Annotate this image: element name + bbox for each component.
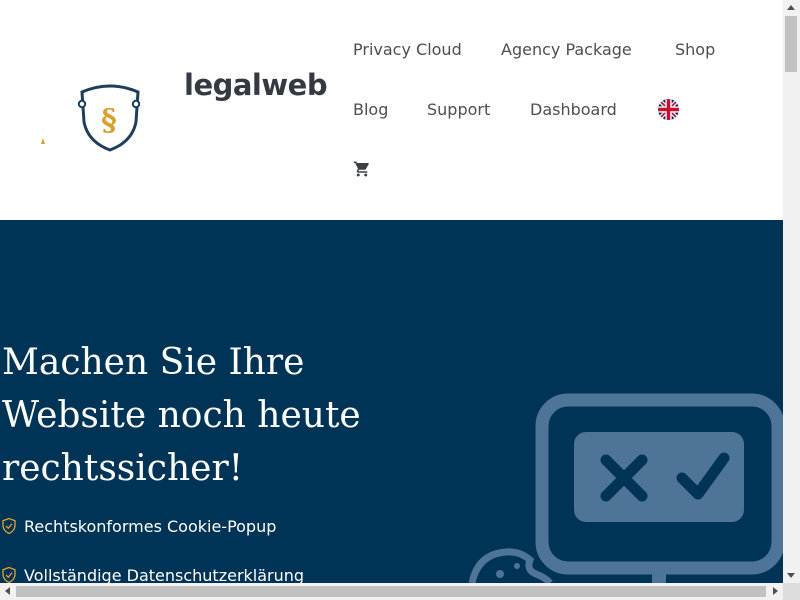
uk-flag-icon[interactable] bbox=[658, 99, 679, 120]
scrollbar-corner bbox=[783, 583, 800, 600]
hero-title: Machen Sie Ihre Website noch heute recht… bbox=[2, 342, 361, 489]
scroll-left-arrow-icon[interactable] bbox=[5, 587, 10, 595]
vertical-scroll-thumb[interactable] bbox=[785, 16, 797, 72]
feature-label: Rechtskonformes Cookie-Popup bbox=[24, 516, 277, 536]
consent-monitor-icon bbox=[468, 393, 783, 583]
site-header: § legalweb Privacy Cloud Agency Package … bbox=[0, 0, 783, 220]
nav-support[interactable]: Support bbox=[427, 100, 490, 119]
cookie-icon bbox=[468, 548, 553, 583]
shield-check-icon bbox=[2, 517, 16, 535]
scroll-up-arrow-icon[interactable] bbox=[787, 5, 795, 10]
scroll-right-arrow-icon[interactable] bbox=[773, 587, 778, 595]
nav-privacy-cloud[interactable]: Privacy Cloud bbox=[353, 40, 462, 59]
feature-item: Vollständige Datenschutzerklärung bbox=[0, 564, 304, 583]
shield-check-icon bbox=[2, 566, 16, 583]
nav-shop[interactable]: Shop bbox=[675, 40, 715, 59]
nav-agency-package[interactable]: Agency Package bbox=[501, 40, 632, 59]
cart-icon[interactable] bbox=[353, 160, 371, 178]
horizontal-scroll-thumb[interactable] bbox=[16, 586, 766, 597]
hero-section: Machen Sie Ihre Website noch heute recht… bbox=[0, 220, 783, 583]
feature-label: Vollständige Datenschutzerklärung bbox=[24, 565, 305, 584]
brand-name[interactable]: legalweb bbox=[184, 68, 328, 102]
nav-dashboard[interactable]: Dashboard bbox=[530, 100, 617, 119]
nav-blog[interactable]: Blog bbox=[353, 100, 388, 119]
vertical-scrollbar[interactable] bbox=[783, 0, 800, 583]
feature-item: Rechtskonformes Cookie-Popup bbox=[0, 515, 276, 537]
logo-accent-mark bbox=[41, 138, 45, 144]
scroll-down-arrow-icon[interactable] bbox=[787, 573, 795, 578]
paragraph-symbol-icon: § bbox=[101, 103, 117, 138]
